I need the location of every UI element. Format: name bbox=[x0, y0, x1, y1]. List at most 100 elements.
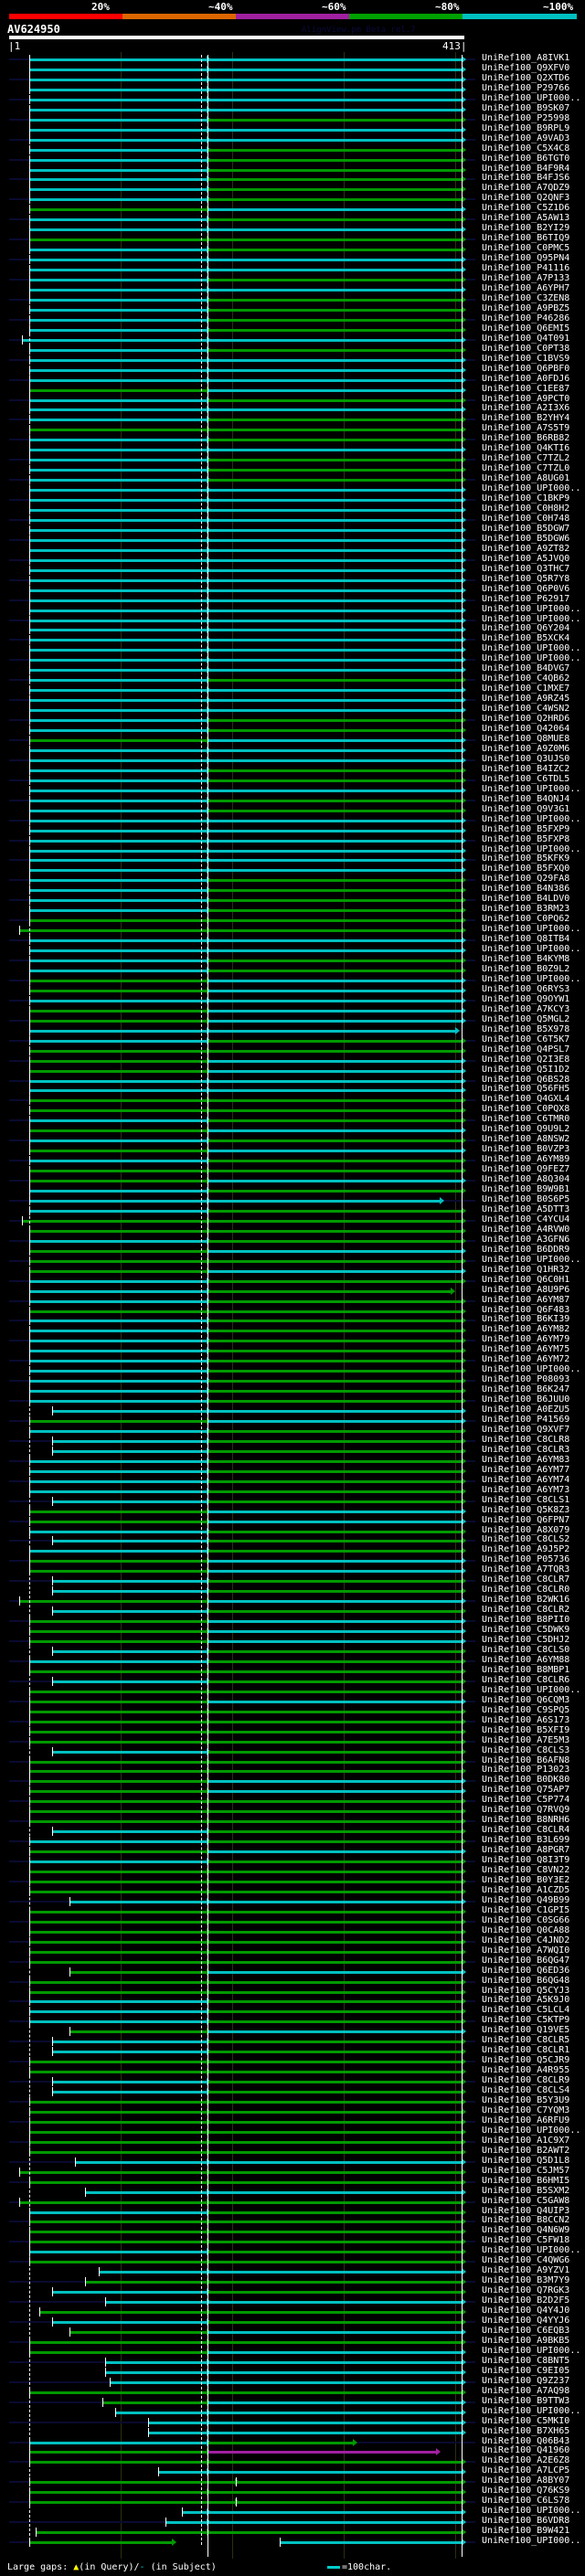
hit-label[interactable]: UniRef100_A8BY07 bbox=[482, 2475, 569, 2486]
hit-label[interactable]: UniRef100_C0PT38 bbox=[482, 344, 569, 354]
hit-label[interactable]: UniRef100_C8CLR5 bbox=[482, 2035, 569, 2045]
hit-label[interactable]: UniRef100_C8CLR3 bbox=[482, 1445, 569, 1455]
hit-label[interactable]: UniRef100_Q6F483 bbox=[482, 1305, 569, 1315]
hit-label[interactable]: UniRef100_C0H8H2 bbox=[482, 504, 569, 514]
hit-label[interactable]: UniRef100_C5P774 bbox=[482, 1795, 569, 1805]
hit-label[interactable]: UniRef100_UPI000.. bbox=[482, 944, 580, 954]
hit-label[interactable]: UniRef100_A8X079 bbox=[482, 1525, 569, 1535]
hit-label[interactable]: UniRef100_A9BKB5 bbox=[482, 2336, 569, 2346]
hit-label[interactable]: UniRef100_C8CLR9 bbox=[482, 2075, 569, 2085]
hit-label[interactable]: UniRef100_C8CLR4 bbox=[482, 1825, 569, 1835]
hit-label[interactable]: UniRef100_Q6ED36 bbox=[482, 1966, 569, 1976]
hit-label[interactable]: UniRef100_B6TIQ9 bbox=[482, 233, 569, 243]
hit-label[interactable]: UniRef100_B6DDR9 bbox=[482, 1245, 569, 1255]
hit-label[interactable]: UniRef100_C5X4C8 bbox=[482, 143, 569, 154]
hit-label[interactable]: UniRef100_B4N386 bbox=[482, 884, 569, 894]
hit-label[interactable]: UniRef100_B5FXP8 bbox=[482, 834, 569, 844]
hit-label[interactable]: UniRef100_A6YM72 bbox=[482, 1354, 569, 1364]
hit-label[interactable]: UniRef100_UPI000.. bbox=[482, 653, 580, 663]
hit-label[interactable]: UniRef100_A7QDZ9 bbox=[482, 183, 569, 193]
hit-label[interactable]: UniRef100_Q9Z237 bbox=[482, 2376, 569, 2386]
hit-label[interactable]: UniRef100_B9SK07 bbox=[482, 103, 569, 113]
hit-label[interactable]: UniRef100_UPI000.. bbox=[482, 614, 580, 624]
hit-label[interactable]: UniRef100_C0H748 bbox=[482, 514, 569, 524]
hit-label[interactable]: UniRef100_Q2QNF3 bbox=[482, 193, 569, 203]
hit-label[interactable]: UniRef100_B6VDR8 bbox=[482, 2516, 569, 2526]
hit-label[interactable]: UniRef100_B5DGW7 bbox=[482, 524, 569, 534]
hit-label[interactable]: UniRef100_Q6C0H1 bbox=[482, 1275, 569, 1285]
hit-label[interactable]: UniRef100_A8IVK1 bbox=[482, 53, 569, 63]
hit-label[interactable]: UniRef100_Q7RVQ9 bbox=[482, 1805, 569, 1815]
hit-label[interactable]: UniRef100_C8CLS3 bbox=[482, 1745, 569, 1755]
hit-label[interactable]: UniRef100_Q95PN4 bbox=[482, 253, 569, 263]
hit-label[interactable]: UniRef100_B5XCK4 bbox=[482, 633, 569, 643]
hit-label[interactable]: UniRef100_P29766 bbox=[482, 83, 569, 93]
hit-label[interactable]: UniRef100_UPI000.. bbox=[482, 643, 580, 653]
hit-label[interactable]: UniRef100_Q9XFV0 bbox=[482, 63, 569, 73]
hit-label[interactable]: UniRef100_A7TQR3 bbox=[482, 1564, 569, 1574]
hit-label[interactable]: UniRef100_A6RFU9 bbox=[482, 2115, 569, 2125]
hit-label[interactable]: UniRef100_B4LDV0 bbox=[482, 894, 569, 904]
hit-label[interactable]: UniRef100_Q4UIP3 bbox=[482, 2206, 569, 2216]
hit-label[interactable]: UniRef100_A8U9P6 bbox=[482, 1285, 569, 1295]
hit-label[interactable]: UniRef100_UPI000.. bbox=[482, 844, 580, 854]
hit-label[interactable]: UniRef100_A7LCP5 bbox=[482, 2465, 569, 2475]
hit-label[interactable]: UniRef100_Q7RGK3 bbox=[482, 2285, 569, 2295]
hit-label[interactable]: UniRef100_A9J5P2 bbox=[482, 1544, 569, 1554]
hit-label[interactable]: UniRef100_B8MBP1 bbox=[482, 1665, 569, 1675]
hit-label[interactable]: UniRef100_Q9XVF7 bbox=[482, 1425, 569, 1435]
hit-label[interactable]: UniRef100_B5FXQ0 bbox=[482, 864, 569, 874]
hit-label[interactable]: UniRef100_UPI000.. bbox=[482, 814, 580, 824]
hit-label[interactable]: UniRef100_B6AFN8 bbox=[482, 1755, 569, 1765]
hit-label[interactable]: UniRef100_C5FW18 bbox=[482, 2235, 569, 2245]
hit-label[interactable]: UniRef100_B9TTW3 bbox=[482, 2396, 569, 2406]
hit-label[interactable]: UniRef100_C6TDL5 bbox=[482, 774, 569, 784]
hit-label[interactable]: UniRef100_C8CLR8 bbox=[482, 1435, 569, 1445]
hit-label[interactable]: UniRef100_Q9FEZ7 bbox=[482, 1164, 569, 1174]
hit-label[interactable]: UniRef100_B6TGT0 bbox=[482, 154, 569, 164]
hit-label[interactable]: UniRef100_B2AWT2 bbox=[482, 2146, 569, 2156]
hit-label[interactable]: UniRef100_B6K247 bbox=[482, 1384, 569, 1394]
hit-label[interactable]: UniRef100_B2D2F5 bbox=[482, 2295, 569, 2306]
hit-label[interactable]: UniRef100_UPI000.. bbox=[482, 2536, 580, 2546]
hit-label[interactable]: UniRef100_Q4KTI6 bbox=[482, 443, 569, 453]
hit-label[interactable]: UniRef100_B2WK16 bbox=[482, 1595, 569, 1605]
hit-label[interactable]: UniRef100_C7TZL0 bbox=[482, 463, 569, 473]
hit-label[interactable]: UniRef100_A8NSW2 bbox=[482, 1134, 569, 1144]
hit-label[interactable]: UniRef100_B9RPL9 bbox=[482, 123, 569, 133]
hit-label[interactable]: UniRef100_Q5MGL2 bbox=[482, 1014, 569, 1024]
hit-label[interactable]: UniRef100_Q2XTD6 bbox=[482, 73, 569, 83]
hit-label[interactable]: UniRef100_UPI000.. bbox=[482, 483, 580, 493]
hit-label[interactable]: UniRef100_A2E6Z8 bbox=[482, 2455, 569, 2465]
hit-label[interactable]: UniRef100_A8PGR7 bbox=[482, 1845, 569, 1855]
hit-label[interactable]: UniRef100_A6YM83 bbox=[482, 1455, 569, 1465]
hit-label[interactable]: UniRef100_Q9V3G1 bbox=[482, 804, 569, 814]
hit-label[interactable]: UniRef100_B4IZC2 bbox=[482, 764, 569, 774]
hit-label[interactable]: UniRef100_A2I3X6 bbox=[482, 403, 569, 413]
hit-label[interactable]: UniRef100_UPI000.. bbox=[482, 974, 580, 984]
hit-label[interactable]: UniRef100_B5SXM2 bbox=[482, 2186, 569, 2196]
hit-label[interactable]: UniRef100_Q6CQM3 bbox=[482, 1695, 569, 1705]
hit-label[interactable]: UniRef100_C1EE87 bbox=[482, 384, 569, 394]
hit-label[interactable]: UniRef100_B9W421 bbox=[482, 2526, 569, 2536]
hit-label[interactable]: UniRef100_Q56FH5 bbox=[482, 1084, 569, 1094]
hit-label[interactable]: UniRef100_C8CLS2 bbox=[482, 1534, 569, 1544]
hit-label[interactable]: UniRef100_Q9OYW1 bbox=[482, 994, 569, 1004]
hit-label[interactable]: UniRef100_A8UG01 bbox=[482, 473, 569, 483]
hit-label[interactable]: UniRef100_C5DHJ2 bbox=[482, 1635, 569, 1645]
hit-label[interactable]: UniRef100_UPI000.. bbox=[482, 924, 580, 934]
hit-label[interactable]: UniRef100_C8CLS4 bbox=[482, 2085, 569, 2095]
hit-label[interactable]: UniRef100_B5FXP9 bbox=[482, 824, 569, 834]
hit-label[interactable]: UniRef100_Q5CJR9 bbox=[482, 2055, 569, 2065]
hit-row[interactable]: UniRef100_UPI000.. bbox=[0, 2536, 585, 2548]
hit-label[interactable]: UniRef100_A6YM75 bbox=[482, 1344, 569, 1354]
hit-label[interactable]: UniRef100_A4RVW0 bbox=[482, 1224, 569, 1235]
hit-label[interactable]: UniRef100_A9ZT82 bbox=[482, 544, 569, 554]
hit-label[interactable]: UniRef100_A0EZU5 bbox=[482, 1405, 569, 1415]
hit-label[interactable]: UniRef100_Q41960 bbox=[482, 2445, 569, 2455]
hit-label[interactable]: UniRef100_UPI000.. bbox=[482, 2346, 580, 2356]
hit-label[interactable]: UniRef100_A5DTT3 bbox=[482, 1204, 569, 1214]
hit-label[interactable]: UniRef100_C7YQM3 bbox=[482, 2105, 569, 2115]
hit-label[interactable]: UniRef100_P41569 bbox=[482, 1415, 569, 1425]
hit-label[interactable]: UniRef100_Q8I3T9 bbox=[482, 1855, 569, 1865]
